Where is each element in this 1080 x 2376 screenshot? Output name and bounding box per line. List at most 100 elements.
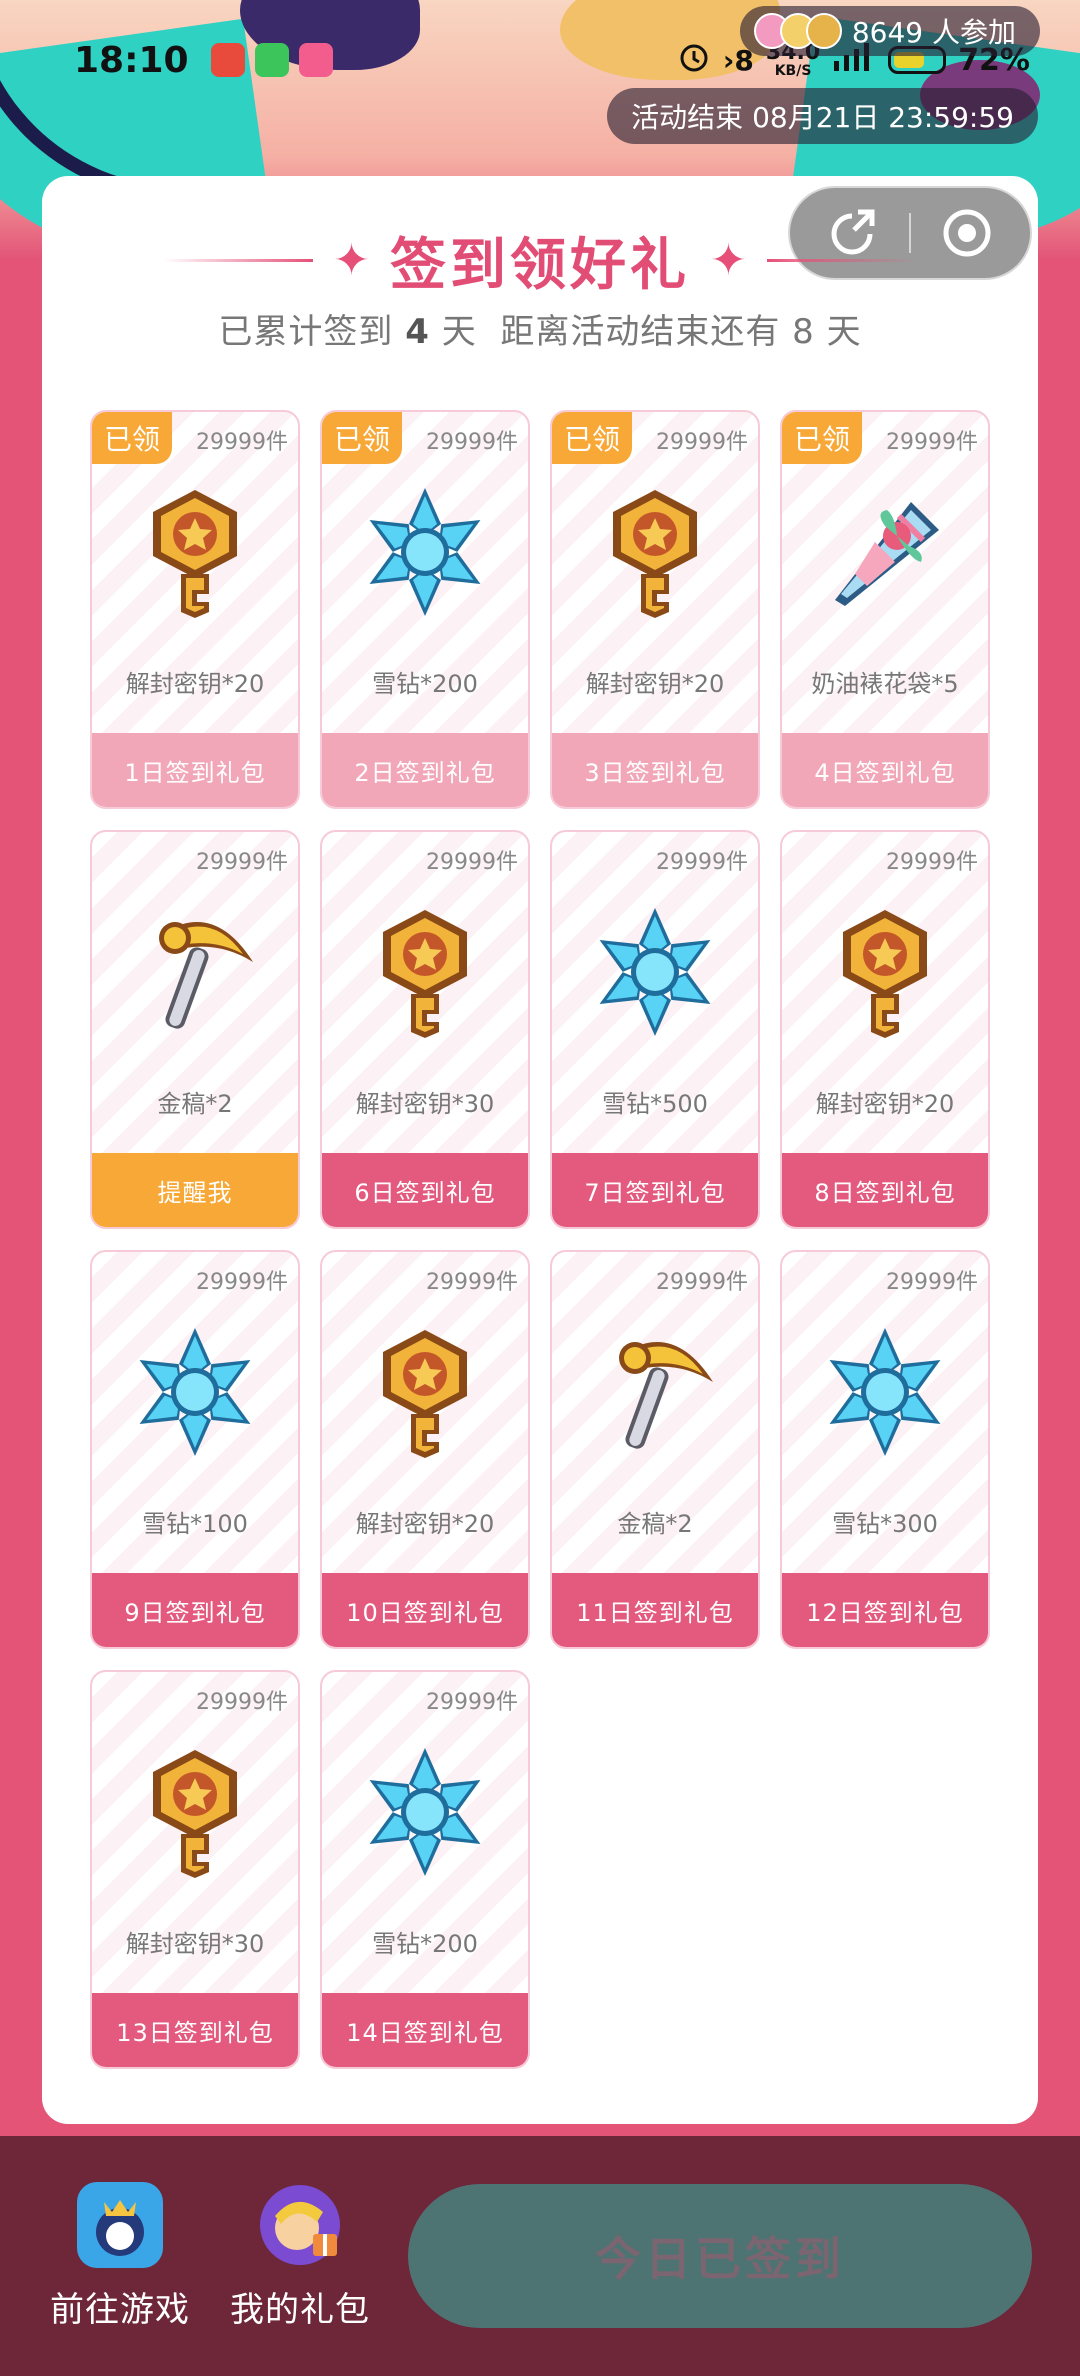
day-gift-label: 7日签到礼包 xyxy=(552,1153,758,1227)
reward-tile[interactable]: 29999件雪钻*100 9日签到礼包 xyxy=(90,1250,300,1649)
day-gift-label: 1日签到礼包 xyxy=(92,733,298,807)
signed-days: 4 xyxy=(405,312,430,352)
remind-me-button[interactable]: 提醒我 xyxy=(92,1153,298,1227)
reward-stock: 29999件 xyxy=(656,430,748,455)
reward-stock: 29999件 xyxy=(196,1270,288,1295)
reward-stock: 29999件 xyxy=(426,1270,518,1295)
reward-name: 解封密钥*20 xyxy=(125,670,265,698)
reward-stock: 29999件 xyxy=(886,430,978,455)
snow-diamond-icon xyxy=(815,1322,955,1462)
key-icon xyxy=(355,1322,495,1462)
reward-tile[interactable]: 29999件解封密钥*20 10日签到礼包 xyxy=(320,1250,530,1649)
participant-avatars xyxy=(753,13,842,49)
message-app-icon xyxy=(254,43,289,77)
reward-name: 解封密钥*20 xyxy=(355,1510,495,1538)
reward-tile[interactable]: 29999件雪钻*500 7日签到礼包 xyxy=(550,830,760,1229)
game-app-icon xyxy=(77,2182,163,2268)
sparkle-icon: ✦ xyxy=(710,234,747,286)
reward-name: 解封密钥*20 xyxy=(815,1090,955,1118)
snow-diamond-icon xyxy=(125,1322,265,1462)
claimed-badge: 已领 xyxy=(92,412,172,464)
reward-name: 解封密钥*30 xyxy=(355,1090,495,1118)
claimed-badge: 已领 xyxy=(322,412,402,464)
signed-today-button[interactable]: 今日已签到 xyxy=(408,2184,1032,2328)
status-time: 18:10 xyxy=(74,39,189,81)
snow-diamond-icon xyxy=(355,1742,495,1882)
reward-stock: 29999件 xyxy=(886,850,978,875)
key-icon xyxy=(585,482,725,622)
snow-diamond-icon xyxy=(585,902,725,1042)
reward-name: 金稿*2 xyxy=(617,1510,693,1538)
clown-app-icon xyxy=(210,43,245,77)
title-divider xyxy=(163,258,314,262)
my-gifts-button[interactable]: 我的礼包 xyxy=(220,2182,380,2331)
day-gift-label: 11日签到礼包 xyxy=(552,1573,758,1647)
reward-grid: 29999件 已领 解封密钥*20 1日签到礼包 29999件 已领 雪钻*200 2日签到礼… xyxy=(90,410,990,2069)
reward-tile[interactable]: 29999件 已领 解封密钥*20 3日签到礼包 xyxy=(550,410,760,809)
reward-name: 雪钻*100 xyxy=(142,1510,248,1538)
key-icon xyxy=(125,1742,265,1882)
day-gift-label: 6日签到礼包 xyxy=(322,1153,528,1227)
reward-name: 雪钻*200 xyxy=(372,670,478,698)
day-gift-label: 4日签到礼包 xyxy=(782,733,988,807)
pickaxe-icon xyxy=(585,1322,725,1462)
claimed-badge: 已领 xyxy=(782,412,862,464)
reward-name: 解封密钥*30 xyxy=(125,1930,265,1958)
day-gift-label: 2日签到礼包 xyxy=(322,733,528,807)
reward-tile[interactable]: 29999件 已领奶油裱花袋*5 4日签到礼包 xyxy=(780,410,990,809)
reward-stock: 29999件 xyxy=(656,850,748,875)
day-gift-label: 10日签到礼包 xyxy=(322,1573,528,1647)
reward-tile[interactable]: 29999件雪钻*200 14日签到礼包 xyxy=(320,1670,530,2069)
key-icon xyxy=(355,902,495,1042)
section-title: ✦ 签到领好礼 ✦ xyxy=(42,220,1038,300)
reward-tile[interactable]: 29999件 已领解封密钥*20 1日签到礼包 xyxy=(90,410,300,809)
snow-diamond-icon xyxy=(355,482,495,622)
claimed-badge: 已领 xyxy=(552,412,632,464)
reward-name: 雪钻*300 xyxy=(832,1510,938,1538)
reward-tile[interactable]: 29999件雪钻*300 12日签到礼包 xyxy=(780,1250,990,1649)
key-icon xyxy=(815,902,955,1042)
key-icon xyxy=(125,482,265,622)
reward-name: 雪钻*500 xyxy=(602,1090,708,1118)
gift-avatar-icon xyxy=(257,2182,343,2268)
reward-name: 雪钻*200 xyxy=(372,1930,478,1958)
day-gift-label: 8日签到礼包 xyxy=(782,1153,988,1227)
reward-tile[interactable]: 29999件金稿*2 提醒我 xyxy=(90,830,300,1229)
participants-pill: 8649 人参加 xyxy=(739,6,1040,56)
alarm-icon xyxy=(677,39,711,81)
day-gift-label: 9日签到礼包 xyxy=(92,1573,298,1647)
event-end-time: 活动结束 08月21日 23:59:59 xyxy=(631,101,1014,134)
reward-tile[interactable]: 29999件 已领雪钻*200 2日签到礼包 xyxy=(320,410,530,809)
pickaxe-icon xyxy=(125,902,265,1042)
remaining-days: 8 xyxy=(792,312,815,352)
reward-name: 金稿*2 xyxy=(157,1090,233,1118)
participants-count: 8649 人参加 xyxy=(851,16,1016,49)
reward-stock: 29999件 xyxy=(426,1690,518,1715)
reward-stock: 29999件 xyxy=(886,1270,978,1295)
avatar xyxy=(805,13,842,49)
reward-tile[interactable]: 29999件金稿*2 11日签到礼包 xyxy=(550,1250,760,1649)
reward-name: 奶油裱花袋*5 xyxy=(811,670,959,698)
reward-stock: 29999件 xyxy=(196,850,288,875)
reward-tile[interactable]: 29999件解封密钥*30 13日签到礼包 xyxy=(90,1670,300,2069)
reward-stock: 29999件 xyxy=(196,1690,288,1715)
day-gift-label: 13日签到礼包 xyxy=(92,1993,298,2067)
notification-icons xyxy=(210,43,333,77)
signin-progress: 已累计签到 4 天 距离活动结束还有 8 天 xyxy=(218,312,862,352)
reward-stock: 29999件 xyxy=(426,850,518,875)
go-game-button[interactable]: 前往游戏 xyxy=(40,2182,200,2331)
reward-name: 解封密钥*20 xyxy=(585,670,725,698)
sparkle-icon: ✦ xyxy=(333,234,370,286)
reward-tile[interactable]: 29999件解封密钥*30 6日签到礼包 xyxy=(320,830,530,1229)
reward-stock: 29999件 xyxy=(426,430,518,455)
reward-tile[interactable]: 29999件解封密钥*20 8日签到礼包 xyxy=(780,830,990,1229)
reward-stock: 29999件 xyxy=(656,1270,748,1295)
title-divider xyxy=(766,258,917,262)
page-title: 签到领好礼 xyxy=(390,232,690,298)
event-end-pill: 活动结束 08月21日 23:59:59 xyxy=(607,88,1038,144)
reward-stock: 29999件 xyxy=(196,430,288,455)
bilibili-app-icon xyxy=(298,43,333,77)
day-gift-label: 14日签到礼包 xyxy=(322,1993,528,2067)
day-gift-label: 12日签到礼包 xyxy=(782,1573,988,1647)
piping-bag-icon xyxy=(815,482,955,622)
